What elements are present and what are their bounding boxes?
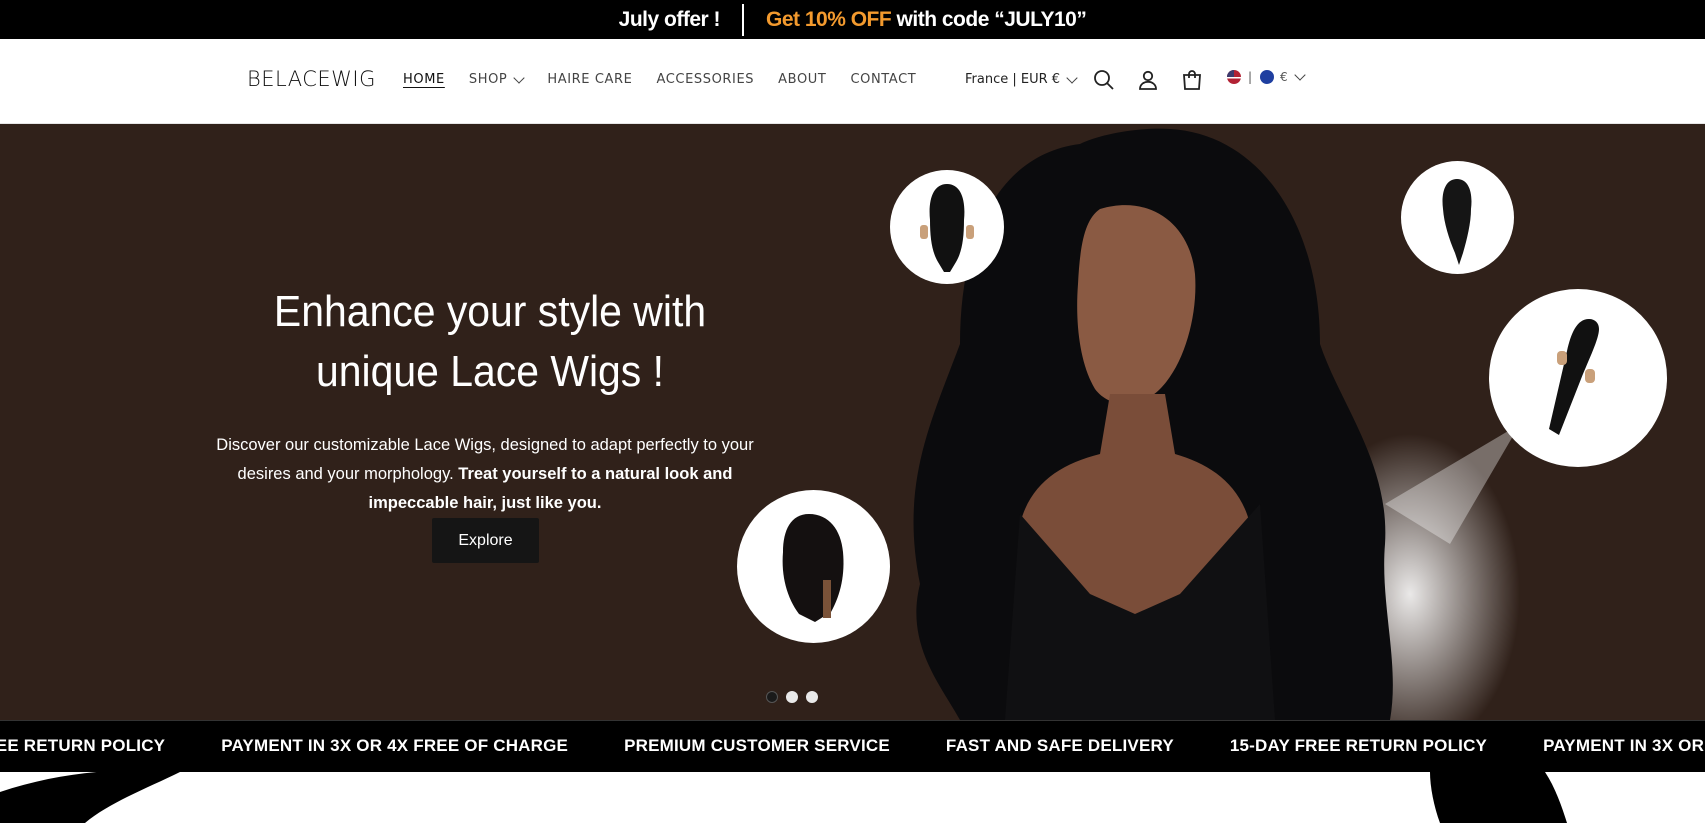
- slider-dots: [766, 691, 818, 703]
- country-selector-label: France | EUR €: [965, 72, 1061, 87]
- currency-symbol: €: [1280, 70, 1288, 84]
- section-decoration: [0, 772, 1705, 823]
- site-logo[interactable]: BELACEWIG: [247, 67, 376, 91]
- site-header: BELACEWIG HOME SHOP HAIRE CARE ACCESSORI…: [0, 39, 1705, 124]
- hero-heading: Enhance your style with unique Lace Wigs…: [273, 287, 707, 396]
- main-nav: HOME SHOP HAIRE CARE ACCESSORIES ABOUT C…: [403, 71, 940, 87]
- nav-shop-label: SHOP: [468, 72, 508, 87]
- product-thumb-long-wig[interactable]: [1489, 289, 1667, 467]
- eu-flag-icon: [1260, 70, 1275, 84]
- us-flag-icon: [1227, 70, 1241, 84]
- nav-home[interactable]: HOME: [403, 72, 445, 87]
- wig-image: [782, 514, 844, 622]
- announcement-code: with code “JULY10”: [891, 7, 1087, 31]
- product-thumb-straight-wig[interactable]: [1401, 161, 1514, 274]
- currency-selector[interactable]: | €: [1227, 69, 1306, 84]
- chevron-down-icon: [1294, 69, 1306, 81]
- product-thumb-curly-wig[interactable]: [890, 170, 1004, 284]
- marquee-item: FAST AND SAFE DELIVERY: [945, 736, 1174, 755]
- wig-image: [1549, 319, 1599, 435]
- chevron-down-icon: [513, 71, 526, 84]
- chevron-down-icon: [1066, 71, 1078, 84]
- marquee-item: PREMIUM CUSTOMER SERVICE: [624, 736, 890, 755]
- marquee-item: 15-DAY FREE RETURN POLICY: [0, 736, 166, 755]
- nav-shop[interactable]: SHOP: [468, 71, 526, 87]
- currency-separator: |: [1248, 70, 1253, 84]
- nav-accessories[interactable]: ACCESSORIES: [656, 72, 754, 87]
- search-icon[interactable]: [1092, 68, 1116, 92]
- hero-subtitle: Discover our customizable Lace Wigs, des…: [200, 431, 770, 518]
- marquee-item: PAYMENT IN 3X OR 4X FREE OF CHARGE: [1543, 736, 1705, 755]
- announcement-bar: July offer ! Get 10% OFF with code “JULY…: [0, 0, 1705, 39]
- explore-button[interactable]: Explore: [432, 518, 539, 563]
- slider-dot-2[interactable]: [786, 691, 798, 703]
- marquee-item: PAYMENT IN 3X OR 4X FREE OF CHARGE: [221, 736, 569, 755]
- nav-contact[interactable]: CONTACT: [850, 72, 916, 87]
- nav-about[interactable]: ABOUT: [778, 72, 826, 87]
- slider-dot-1[interactable]: [766, 691, 778, 703]
- account-icon[interactable]: [1136, 68, 1160, 92]
- benefits-marquee: 15-DAY FREE RETURN POLICY PAYMENT IN 3X …: [0, 720, 1705, 773]
- cart-icon[interactable]: [1180, 68, 1204, 92]
- announcement-discount: Get 10% OFF: [766, 7, 892, 31]
- slider-dot-3[interactable]: [806, 691, 818, 703]
- hero-banner: Enhance your style with unique Lace Wigs…: [0, 124, 1705, 720]
- swoosh-shapes: [0, 772, 1567, 823]
- announcement-offer: July offer !: [618, 7, 721, 31]
- announcement-divider: [742, 3, 745, 36]
- wig-image: [1442, 179, 1472, 265]
- product-thumb-kinky-curly-wig[interactable]: [737, 490, 890, 643]
- country-selector[interactable]: France | EUR €: [965, 71, 1078, 87]
- wig-image: [920, 184, 974, 272]
- marquee-item: 15-DAY FREE RETURN POLICY: [1229, 736, 1488, 755]
- nav-hair-care[interactable]: HAIRE CARE: [547, 72, 632, 87]
